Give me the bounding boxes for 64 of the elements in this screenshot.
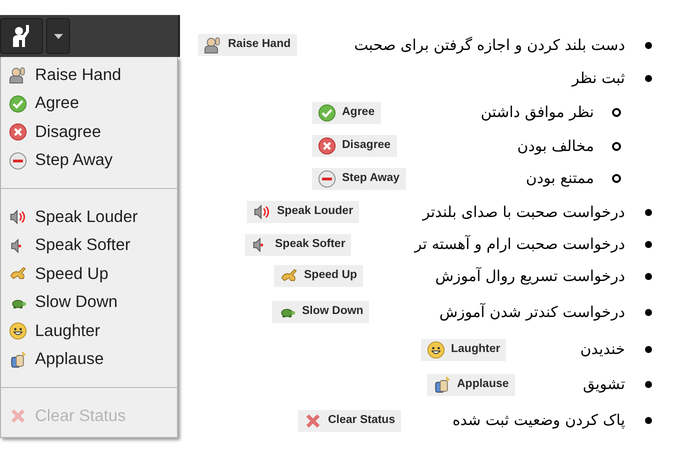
smiley-icon	[9, 322, 27, 340]
x-circle-icon	[9, 123, 27, 142]
list-item-text: درخواست تسریع روال آموزش	[435, 266, 625, 287]
menu-item[interactable]: Applause	[1, 346, 177, 374]
raise-hand-button[interactable]	[0, 18, 43, 54]
status-chip: Laughter	[421, 338, 506, 360]
check-icon	[318, 104, 336, 122]
bullet	[645, 346, 652, 353]
check-icon	[9, 94, 27, 113]
x-icon	[304, 412, 322, 430]
status-chip: Raise Hand	[198, 34, 297, 56]
bullet	[645, 381, 652, 388]
bullet	[645, 417, 652, 424]
menu-item[interactable]: Raise Hand	[1, 61, 177, 90]
list-item-text: پاک کردن وضعیت ثبت شده	[452, 410, 625, 432]
status-chip: Speak Softer	[245, 234, 352, 256]
clapping-hands-icon	[9, 350, 27, 369]
list-item-text: تشویق	[583, 374, 625, 396]
bullet	[645, 272, 652, 280]
list-item-text: درخواست صحبت ارام و آهسته تر	[414, 234, 625, 256]
circle-bullet	[612, 174, 621, 183]
caret-icon	[54, 34, 62, 38]
list-item-text: خندیدن	[580, 339, 625, 360]
list-item-text: مخالف بودن	[517, 136, 594, 157]
menu-item[interactable]: Speak Louder	[1, 203, 177, 232]
status-chip: Agree	[312, 102, 381, 124]
status-chip: Clear Status	[298, 410, 402, 432]
speaker-loud-icon	[9, 208, 27, 226]
bullet	[645, 42, 652, 48]
menu-item[interactable]: Speed Up	[1, 260, 177, 288]
list-item-text: دست بلند کردن و اجازه گرفتن برای صحبت	[354, 34, 625, 56]
status-chip: Step Away	[312, 168, 406, 190]
x-icon	[9, 407, 27, 426]
list-item-text: درخواست صحبت با صدای بلندتر	[422, 202, 625, 223]
list-item-text: درخواست کندتر شدن آموزش	[439, 302, 625, 323]
smiley-icon	[427, 340, 445, 358]
circle-bullet	[612, 108, 621, 117]
list-item-text: نظر موافق داشتن	[480, 102, 594, 124]
status-chip: Speed Up	[274, 265, 364, 287]
speaker-loud-icon	[253, 203, 271, 221]
minus-circle-icon	[318, 170, 336, 188]
bullet	[645, 308, 652, 316]
menu-item[interactable]: Laughter	[1, 317, 177, 346]
circle-bullet	[612, 142, 621, 150]
person-icon	[204, 36, 222, 54]
person-icon	[9, 66, 27, 84]
bullet	[645, 75, 652, 82]
menu-item[interactable]: Step Away	[1, 146, 177, 175]
status-chip: Slow Down	[272, 301, 370, 323]
dropdown-button[interactable]	[46, 18, 70, 54]
bullet	[645, 208, 652, 216]
status-chip: Speak Louder	[247, 201, 360, 223]
menu-item[interactable]: Slow Down	[1, 288, 177, 317]
clapping-hands-icon	[433, 376, 451, 394]
menu-item[interactable]: Disagree	[1, 118, 177, 146]
list-item-text: ممتنع بودن	[526, 168, 594, 190]
status-chip: Disagree	[312, 135, 397, 157]
bullet	[645, 241, 652, 248]
menu-item[interactable]: Agree	[1, 90, 177, 118]
x-circle-icon	[318, 137, 336, 155]
list-item-text: ثبت نظر	[572, 68, 625, 90]
status-chip: Applause	[427, 374, 515, 396]
minus-circle-icon	[9, 152, 27, 170]
menu-item[interactable]: Speak Softer	[1, 232, 177, 260]
